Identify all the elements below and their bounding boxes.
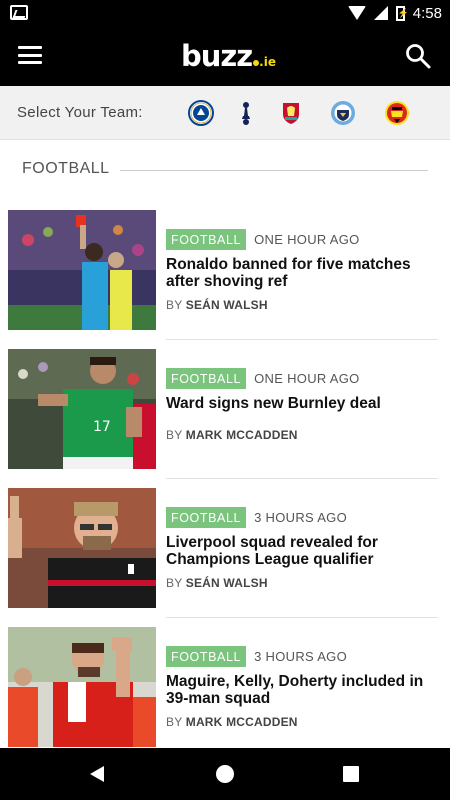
signal-icon xyxy=(373,6,388,20)
section-title: FOOTBALL xyxy=(22,160,110,177)
home-icon[interactable] xyxy=(216,765,234,783)
article-card[interactable]: FOOTBALL 3 HOURS AGO Liverpool squad rev… xyxy=(8,488,438,618)
byline-prefix: BY xyxy=(166,298,183,312)
man-city-crest-icon[interactable] xyxy=(330,100,356,126)
article-meta: FOOTBALL ONE HOUR AGO xyxy=(166,367,360,389)
buzz-logo[interactable]: buzz .ie xyxy=(181,39,276,79)
wifi-icon xyxy=(347,6,366,20)
team-selector-bar: Select Your Team: xyxy=(0,86,450,140)
article-meta: FOOTBALL 3 HOURS AGO xyxy=(166,645,347,667)
team-selector-label: Select Your Team: xyxy=(17,104,143,121)
article-time: 3 HOURS AGO xyxy=(254,509,347,525)
tottenham-crest-icon[interactable] xyxy=(233,100,259,126)
article-divider xyxy=(166,617,438,618)
search-icon[interactable] xyxy=(405,43,431,69)
article-meta: FOOTBALL 3 HOURS AGO xyxy=(166,506,347,528)
article-thumbnail xyxy=(8,210,156,330)
app-bar: buzz .ie xyxy=(0,26,450,86)
article-divider xyxy=(166,339,438,340)
article-headline[interactable]: Ward signs new Burnley deal xyxy=(166,395,436,412)
article-author: MARK MCCADDEN xyxy=(185,715,298,729)
liverpool-crest-icon[interactable] xyxy=(278,100,304,126)
article-author: MARK MCCADDEN xyxy=(185,428,298,442)
section-header: FOOTBALL xyxy=(22,160,428,180)
article-meta: FOOTBALL ONE HOUR AGO xyxy=(166,228,360,250)
article-card[interactable]: FOOTBALL ONE HOUR AGO Ronaldo banned for… xyxy=(8,210,438,340)
category-badge[interactable]: FOOTBALL xyxy=(166,228,247,250)
category-badge[interactable]: FOOTBALL xyxy=(166,367,247,389)
status-bar: ⚡ 4:58 xyxy=(0,0,450,26)
article-byline: BY MARK MCCADDEN xyxy=(166,715,298,729)
article-time: 3 HOURS AGO xyxy=(254,648,347,664)
article-byline: BY MARK MCCADDEN xyxy=(166,428,298,442)
article-author: SEÁN WALSH xyxy=(185,298,268,312)
menu-icon[interactable] xyxy=(18,46,42,64)
article-headline[interactable]: Liverpool squad revealed for Champions L… xyxy=(166,534,436,568)
byline-prefix: BY xyxy=(166,715,183,729)
battery-icon: ⚡ xyxy=(395,5,409,21)
chelsea-crest-icon[interactable] xyxy=(188,100,214,126)
system-nav-bar xyxy=(0,748,450,800)
article-headline[interactable]: Maguire, Kelly, Doherty included in 39-m… xyxy=(166,673,436,707)
article-time: ONE HOUR AGO xyxy=(254,231,360,247)
article-thumbnail xyxy=(8,488,156,608)
recent-apps-icon[interactable] xyxy=(343,766,359,782)
logo-suffix: .ie xyxy=(259,55,276,69)
man-utd-crest-icon[interactable] xyxy=(384,100,410,126)
article-byline: BY SEÁN WALSH xyxy=(166,576,268,590)
category-badge[interactable]: FOOTBALL xyxy=(166,506,247,528)
status-icons: ⚡ 4:58 xyxy=(347,3,442,23)
logo-text: buzz xyxy=(181,39,253,73)
article-time: ONE HOUR AGO xyxy=(254,370,360,386)
article-card[interactable]: 17 FOOTBALL ONE HOUR AGO Ward signs new … xyxy=(8,349,438,479)
article-byline: BY SEÁN WALSH xyxy=(166,298,268,312)
back-icon[interactable] xyxy=(90,766,104,782)
section-divider xyxy=(120,170,428,171)
category-badge[interactable]: FOOTBALL xyxy=(166,645,247,667)
article-author: SEÁN WALSH xyxy=(185,576,268,590)
article-divider xyxy=(166,478,438,479)
svg-text:17: 17 xyxy=(93,419,111,435)
status-time: 4:58 xyxy=(412,4,442,22)
notification-icon xyxy=(10,5,28,20)
byline-prefix: BY xyxy=(166,576,183,590)
article-headline[interactable]: Ronaldo banned for five matches after sh… xyxy=(166,256,436,290)
byline-prefix: BY xyxy=(166,428,183,442)
article-card[interactable]: FOOTBALL 3 HOURS AGO Maguire, Kelly, Doh… xyxy=(8,627,430,749)
article-thumbnail: 17 xyxy=(8,349,156,469)
article-thumbnail xyxy=(8,627,156,747)
